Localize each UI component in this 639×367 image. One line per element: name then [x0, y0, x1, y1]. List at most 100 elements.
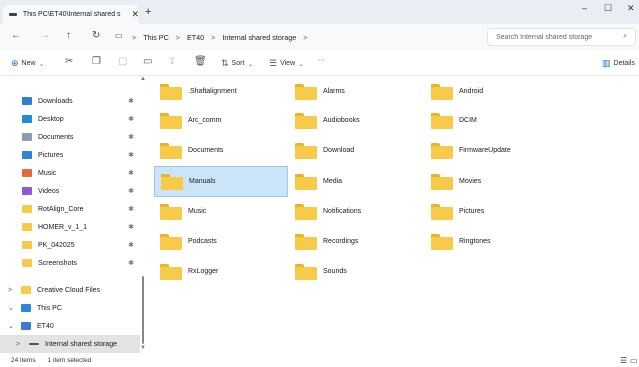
chevron-down-icon: ⌄ [38, 60, 45, 68]
close-button[interactable]: ✕ [627, 3, 635, 14]
folder-item[interactable]: Media [289, 166, 423, 197]
sidebar-item[interactable]: HOMER_v_1_1 ✱ [0, 218, 140, 236]
details-button[interactable]: ▥ Details [602, 58, 635, 69]
folder-item[interactable]: DCIM [425, 105, 559, 136]
chevron-down-icon: ⌄ [298, 60, 304, 68]
pin-icon: ✱ [128, 242, 134, 249]
tab-active[interactable]: This PC\ET40\Internal shared s ✕ [3, 5, 139, 24]
selection-count: 1 item selected [47, 357, 92, 364]
cut-icon[interactable]: ✂ [65, 56, 73, 67]
tree-item[interactable]: > Creative Cloud Files [0, 281, 140, 299]
scroll-down-icon[interactable]: ▼ [140, 345, 146, 351]
cloud-folder-icon [21, 286, 31, 294]
new-button[interactable]: ⊕ New ⌄ [11, 58, 44, 69]
minimize-button[interactable]: – [582, 3, 587, 13]
folder-icon [431, 203, 453, 220]
folder-item[interactable]: FirmwareUpdate [425, 135, 559, 166]
folder-item[interactable]: Documents [154, 135, 288, 166]
folder-icon [22, 205, 32, 213]
pin-icon: ✱ [128, 152, 134, 159]
view-button[interactable]: ☰ View ⌄ [269, 58, 304, 69]
sidebar-item[interactable]: PK_042025 ✱ [0, 236, 140, 254]
list-view-icon[interactable]: ☰ [620, 356, 627, 365]
sidebar-item-label: Music [38, 169, 57, 177]
tree-item[interactable]: > Internal shared storage [0, 335, 140, 353]
sidebar-item[interactable]: Pictures ✱ [0, 146, 140, 164]
nav-scrollbar[interactable]: ▲ ▼ [140, 76, 147, 354]
folder-item[interactable]: Arc_comm [154, 105, 288, 136]
tree-item-label: Creative Cloud Files [37, 286, 101, 294]
up-button[interactable]: ↑ [66, 30, 71, 41]
folder-icon [160, 203, 182, 220]
videos-icon [22, 187, 32, 195]
sidebar-item[interactable]: Music ✱ [0, 164, 140, 182]
sidebar-item[interactable]: Documents ✱ [0, 128, 140, 146]
chevron-down-icon: ⌄ [247, 60, 254, 68]
tree-item[interactable]: ⌄ This PC [0, 299, 140, 317]
refresh-button[interactable]: ↻ [92, 30, 100, 41]
folder-item[interactable]: Sounds [289, 256, 423, 287]
scrollbar-thumb[interactable] [142, 276, 144, 344]
folder-item[interactable]: Movies [425, 166, 559, 197]
share-icon[interactable]: ⇪ [168, 56, 176, 67]
folder-item[interactable]: Pictures [425, 196, 559, 227]
sidebar-item[interactable]: Screenshots ✱ [0, 254, 140, 272]
navigation-pane: Downloads ✱ Desktop ✱ Documents ✱ Pictures ✱ Mus… [0, 76, 147, 354]
more-button[interactable]: ··· [318, 57, 325, 64]
folder-icon [22, 259, 32, 267]
expander-icon[interactable]: > [8, 287, 18, 294]
breadcrumb-this-pc[interactable]: This PC [143, 33, 169, 42]
breadcrumb[interactable]: > This PC > ET40 > Internal shared stora… [132, 28, 482, 46]
folder-item[interactable]: Music [154, 196, 288, 227]
maximize-button[interactable]: ☐ [604, 3, 612, 14]
folder-icon [160, 263, 182, 280]
drive-icon [29, 343, 39, 345]
folder-item[interactable]: .Shaftalignment [154, 76, 288, 107]
delete-icon[interactable]: 🗑 [194, 56, 207, 67]
copy-icon[interactable]: ❐ [92, 56, 101, 67]
folder-name: Ringtones [459, 238, 491, 245]
folder-name: Download [323, 147, 355, 154]
sidebar-item[interactable]: Desktop ✱ [0, 110, 140, 128]
breadcrumb-separator: > [175, 32, 180, 42]
sidebar-item[interactable]: Downloads ✱ [0, 92, 140, 110]
folder-item[interactable]: Podcasts [154, 226, 288, 257]
sidebar-item[interactable]: RotAlign_Core ✱ [0, 200, 140, 218]
sidebar-item-label: Videos [38, 187, 60, 195]
pin-icon: ✱ [128, 116, 134, 123]
tree-item[interactable]: ⌄ ET40 [0, 317, 140, 335]
sort-button[interactable]: ⇅ Sort ⌄ [221, 58, 253, 69]
expander-icon[interactable]: ⌄ [8, 304, 18, 312]
folder-item[interactable]: RxLogger [154, 256, 288, 287]
folder-item[interactable]: Android [425, 76, 559, 107]
tab-close-icon[interactable]: ✕ [131, 9, 139, 20]
expander-icon[interactable]: ⌄ [8, 322, 18, 330]
expander-icon[interactable]: > [16, 341, 26, 348]
forward-button[interactable]: → [40, 30, 50, 41]
breadcrumb-et40[interactable]: ET40 [187, 33, 204, 42]
folder-icon [431, 112, 453, 129]
rename-icon[interactable]: ▭ [143, 56, 152, 67]
folder-icon [295, 142, 317, 159]
scroll-up-icon[interactable]: ▲ [140, 76, 146, 82]
folder-item[interactable]: Manuals [154, 166, 288, 197]
search-input[interactable]: Search Internal shared storage ⌕ [487, 28, 636, 46]
folder-item[interactable]: Download [289, 135, 423, 166]
breadcrumb-storage[interactable]: Internal shared storage [222, 33, 296, 42]
folder-item[interactable]: Ringtones [425, 226, 559, 257]
tile-view-icon[interactable]: ▭ [630, 356, 638, 365]
new-tab-button[interactable]: + [145, 6, 151, 18]
folder-item[interactable]: Alarms [289, 76, 423, 107]
back-button[interactable]: ← [11, 30, 21, 41]
folder-item[interactable]: Recordings [289, 226, 423, 257]
sidebar-item[interactable]: Videos ✱ [0, 182, 140, 200]
explorer-tab-icon [9, 13, 17, 16]
paste-icon[interactable]: ▢ [118, 56, 127, 67]
folder-name: Music [188, 208, 207, 215]
sidebar-item-label: RotAlign_Core [38, 205, 84, 213]
folder-name: Podcasts [188, 238, 217, 245]
sidebar-item-label: Downloads [38, 97, 73, 105]
folder-name: Arc_comm [188, 117, 222, 124]
folder-item[interactable]: Audiobooks [289, 105, 423, 136]
folder-item[interactable]: Notifications [289, 196, 423, 227]
